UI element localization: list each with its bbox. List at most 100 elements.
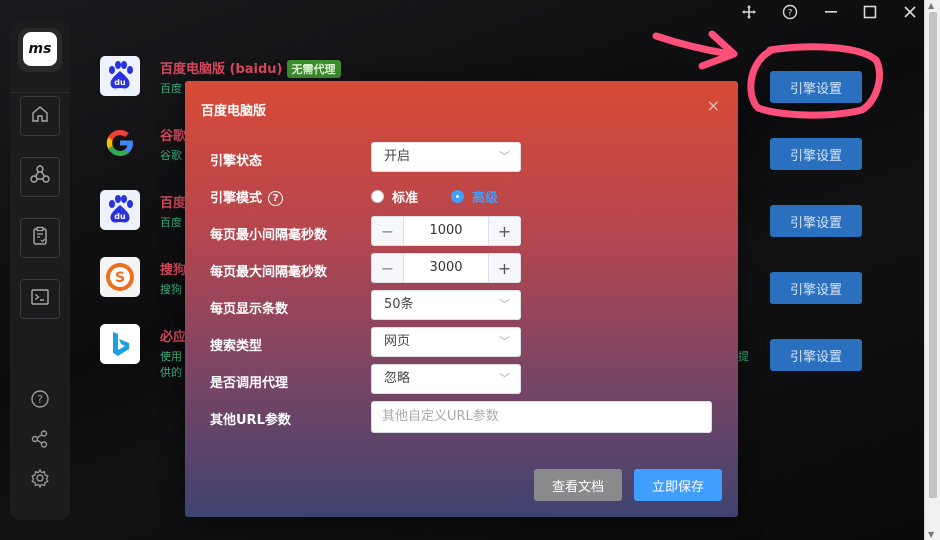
close-icon[interactable]: × bbox=[707, 96, 720, 115]
sidebar: ms ? bbox=[10, 20, 70, 520]
radio-dot-selected bbox=[451, 190, 464, 203]
view-docs-button[interactable]: 查看文档 bbox=[534, 469, 622, 501]
home-icon bbox=[30, 104, 50, 128]
engine-desc: 搜狗 bbox=[160, 283, 182, 296]
stepper-value[interactable]: 3000 bbox=[404, 254, 488, 282]
engine-name: 搜狗 bbox=[160, 263, 187, 278]
field-label: 引擎状态 bbox=[210, 154, 263, 169]
row-url-params: 其他URL参数 其他自定义URL参数 bbox=[210, 401, 720, 433]
sidebar-item-home[interactable] bbox=[20, 96, 60, 136]
engine-settings-button[interactable]: 引擎设置 bbox=[770, 339, 862, 371]
engine-settings-button[interactable]: 引擎设置 bbox=[770, 71, 862, 103]
row-min-interval: 每页最小间隔毫秒数 − 1000 + bbox=[210, 216, 720, 248]
row-use-proxy: 是否调用代理 忽略 ﹀ bbox=[210, 364, 720, 396]
save-button[interactable]: 立即保存 bbox=[634, 469, 722, 501]
radio-dot bbox=[371, 190, 384, 203]
row-page-size: 每页显示条数 50条 ﹀ bbox=[210, 290, 720, 322]
baidu-icon: du bbox=[100, 56, 140, 96]
increment-button[interactable]: + bbox=[488, 254, 520, 282]
svg-text:du: du bbox=[114, 212, 126, 221]
engine-settings-button[interactable]: 引擎设置 bbox=[770, 205, 862, 237]
sidebar-divider bbox=[10, 92, 70, 93]
url-params-input[interactable]: 其他自定义URL参数 bbox=[371, 401, 712, 433]
select-value: 忽略 bbox=[384, 371, 411, 386]
scrollbar-thumb[interactable] bbox=[929, 12, 937, 498]
chevron-down-icon: ﹀ bbox=[499, 372, 510, 385]
engine-desc: 谷歌 bbox=[160, 149, 182, 162]
engine-name: 谷歌 bbox=[160, 129, 187, 144]
engine-status-select[interactable]: 开启 ﹀ bbox=[371, 142, 521, 172]
field-label: 是否调用代理 bbox=[210, 376, 289, 391]
radio-standard[interactable]: 标准 bbox=[371, 187, 418, 206]
scroll-down-icon[interactable]: ▼ bbox=[928, 530, 934, 539]
row-engine-status: 引擎状态 开启 ﹀ bbox=[210, 142, 720, 174]
use-proxy-select[interactable]: 忽略 ﹀ bbox=[371, 364, 521, 394]
sidebar-settings[interactable] bbox=[28, 468, 52, 492]
google-icon bbox=[100, 123, 140, 163]
chevron-down-icon: ﹀ bbox=[499, 150, 510, 163]
select-value: 网页 bbox=[384, 334, 411, 349]
sidebar-item-terminal[interactable] bbox=[20, 279, 60, 319]
app-logo: ms bbox=[23, 32, 57, 66]
clipboard-check-icon bbox=[30, 226, 50, 250]
engine-desc-trail: 提 bbox=[738, 350, 749, 363]
chevron-down-icon: ﹀ bbox=[499, 298, 510, 311]
dialog-title: 百度电脑版 bbox=[201, 104, 267, 119]
field-label: 其他URL参数 bbox=[210, 413, 291, 428]
scrollbar[interactable]: ▲ ▼ bbox=[924, 0, 940, 540]
settings-icon bbox=[30, 468, 50, 492]
field-label: 每页最小间隔毫秒数 bbox=[210, 228, 328, 243]
sidebar-help[interactable]: ? bbox=[28, 389, 52, 413]
select-value: 开启 bbox=[384, 149, 411, 164]
engine-settings-button[interactable]: 引擎设置 bbox=[770, 138, 862, 170]
increment-button[interactable]: + bbox=[488, 217, 520, 245]
row-engine-mode: 引擎模式? 标准 高级 bbox=[210, 179, 720, 211]
help-icon: ? bbox=[30, 389, 50, 413]
svg-text:?: ? bbox=[37, 393, 43, 406]
engine-name: 百度 bbox=[160, 196, 187, 211]
maximize-icon[interactable] bbox=[861, 3, 879, 21]
engine-name: 百度电脑版 (baidu) 无需代理 bbox=[160, 58, 341, 78]
engine-settings-button[interactable]: 引擎设置 bbox=[770, 272, 862, 304]
minimize-icon[interactable] bbox=[822, 3, 840, 21]
chevron-down-icon: ﹀ bbox=[499, 335, 510, 348]
page-size-select[interactable]: 50条 ﹀ bbox=[371, 290, 521, 320]
sidebar-item-tasks[interactable] bbox=[20, 218, 60, 258]
field-label: 每页显示条数 bbox=[210, 302, 289, 317]
svg-text:S: S bbox=[115, 270, 125, 286]
bing-icon bbox=[100, 324, 140, 364]
field-label: 引擎模式? bbox=[210, 187, 284, 206]
field-label: 搜索类型 bbox=[210, 339, 263, 354]
help-icon[interactable]: ? bbox=[781, 3, 799, 21]
sidebar-item-nodes[interactable] bbox=[20, 157, 60, 197]
share-icon bbox=[30, 429, 50, 453]
close-icon[interactable] bbox=[901, 3, 919, 21]
sidebar-share[interactable] bbox=[28, 429, 52, 453]
baidu-icon: du bbox=[100, 190, 140, 230]
radio-label: 标准 bbox=[392, 191, 419, 206]
svg-text:du: du bbox=[114, 78, 126, 87]
select-value: 50条 bbox=[384, 297, 414, 312]
decrement-button[interactable]: − bbox=[372, 254, 404, 282]
scroll-up-icon[interactable]: ▲ bbox=[928, 1, 934, 10]
row-max-interval: 每页最大间隔毫秒数 − 3000 + bbox=[210, 253, 720, 285]
engine-settings-dialog: 百度电脑版 × 引擎状态 开启 ﹀ 引擎模式? 标准 高级 每页最小间隔毫秒数 … bbox=[185, 81, 738, 517]
help-icon[interactable]: ? bbox=[268, 191, 284, 206]
radio-advanced[interactable]: 高级 bbox=[451, 187, 498, 206]
nodes-icon bbox=[29, 164, 51, 190]
decrement-button[interactable]: − bbox=[372, 217, 404, 245]
field-label: 每页最大间隔毫秒数 bbox=[210, 265, 328, 280]
engine-desc: 百度 bbox=[160, 216, 182, 229]
engine-name: 必应 bbox=[160, 330, 187, 345]
status-badge: 无需代理 bbox=[286, 60, 341, 78]
svg-text:?: ? bbox=[788, 9, 793, 19]
search-type-select[interactable]: 网页 ﹀ bbox=[371, 327, 521, 357]
engine-desc: 使用 供的 bbox=[160, 350, 182, 379]
move-icon[interactable] bbox=[740, 3, 758, 21]
row-search-type: 搜索类型 网页 ﹀ bbox=[210, 327, 720, 359]
max-interval-stepper: − 3000 + bbox=[371, 253, 521, 283]
min-interval-stepper: − 1000 + bbox=[371, 216, 521, 246]
stepper-value[interactable]: 1000 bbox=[404, 217, 488, 245]
engine-desc: 百度 bbox=[160, 82, 182, 95]
terminal-icon bbox=[30, 287, 50, 311]
